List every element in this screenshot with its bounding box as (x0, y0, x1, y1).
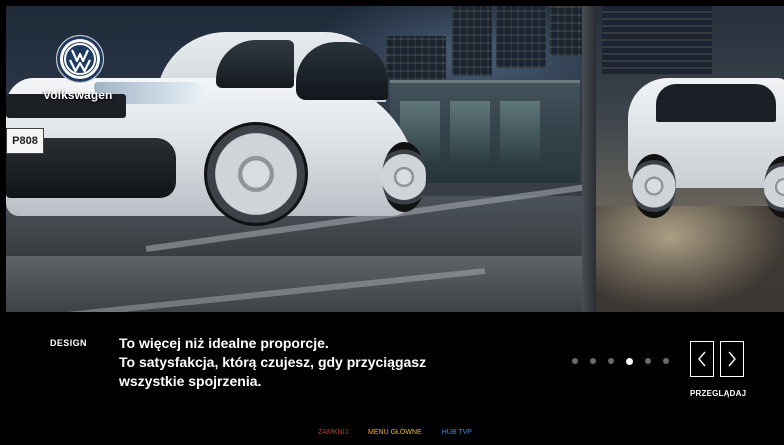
slide-headline: To więcej niż idealne proporcje. To saty… (119, 334, 426, 391)
vw-logo-icon (56, 35, 104, 83)
photo-divider (582, 6, 596, 312)
chevron-right-icon (728, 351, 736, 367)
brand-name: Volkswagen (43, 88, 113, 102)
second-car-window (656, 84, 776, 122)
section-label: DESIGN (50, 338, 87, 348)
hero-image: P808 Volkswagen (6, 6, 784, 312)
chevron-left-icon (698, 351, 706, 367)
previous-slide-button[interactable] (690, 341, 714, 377)
slide-pagination (572, 357, 669, 365)
pagination-dot[interactable] (572, 358, 578, 364)
close-button[interactable]: ZAMKNIJ (318, 429, 348, 436)
road (6, 256, 586, 312)
background-building (496, 6, 546, 68)
second-car-wheel (632, 154, 676, 218)
background-building (550, 6, 584, 56)
pagination-dot[interactable] (626, 357, 633, 365)
headline-line: To więcej niż idealne proporcje. (119, 335, 329, 351)
headline-line: wszystkie spojrzenia. (119, 373, 262, 389)
pagination-dot[interactable] (590, 358, 596, 364)
background-building (452, 6, 492, 76)
next-slide-button[interactable] (720, 341, 744, 377)
car-wheel (382, 142, 426, 212)
headline-line: To satysfakcja, którą czujesz, gdy przyc… (119, 354, 427, 370)
license-plate: P808 (6, 128, 44, 154)
pagination-dot[interactable] (645, 358, 651, 364)
car-wheel (204, 122, 308, 226)
app-screen: P808 Volkswagen DESIGN To więcej niż ide… (6, 6, 784, 445)
pagination-dot[interactable] (608, 358, 614, 364)
pagination-dot[interactable] (663, 358, 669, 364)
footer-menu: ZAMKNIJ MENU GŁÓWNE HUB TVP (6, 429, 784, 436)
main-menu-button[interactable]: MENU GŁÓWNE (368, 429, 422, 436)
browse-label: PRZEGLĄDAJ (690, 389, 747, 398)
background-building (386, 36, 446, 80)
hub-tvp-button[interactable]: HUB TVP (442, 429, 472, 436)
